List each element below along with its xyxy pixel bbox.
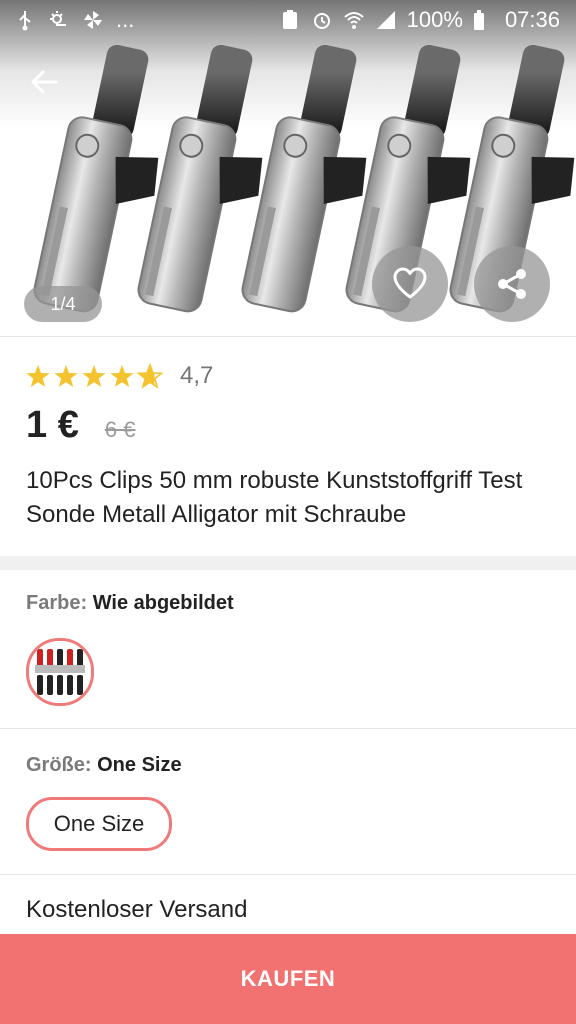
current-price: 1 € (26, 404, 79, 446)
rating-row: 4,7 (26, 362, 213, 390)
star-icon (82, 365, 106, 387)
more-notifications: ... (116, 7, 135, 32)
color-option-label: Farbe: Wie abgebildet (26, 592, 234, 615)
weather-icon (48, 9, 70, 31)
shipping-info: Kostenloser Versand (26, 896, 248, 923)
star-icon (26, 365, 50, 387)
battery-icon (473, 9, 495, 31)
heart-icon (393, 267, 427, 299)
product-image-gallery[interactable]: ... 100% 07:36 1/4 (0, 0, 576, 336)
battery-percent: 100% (406, 7, 463, 32)
size-value: One Size (97, 754, 182, 776)
size-chip-one-size[interactable]: One Size (26, 797, 172, 851)
back-button[interactable] (26, 62, 66, 102)
alarm-icon (311, 9, 333, 31)
section-separator (0, 556, 576, 570)
image-counter: 1/4 (24, 286, 102, 322)
rating-value: 4,7 (180, 362, 214, 389)
share-button[interactable] (474, 246, 550, 322)
clock: 07:36 (504, 7, 560, 32)
color-value: Wie abgebildet (92, 592, 234, 614)
divider (0, 728, 576, 729)
battery-saver-icon (279, 9, 301, 31)
price-row: 1 € 6 € (26, 404, 135, 447)
back-arrow-icon (31, 70, 58, 94)
size-option-label: Größe: One Size (26, 754, 182, 777)
star-icon (54, 365, 78, 387)
star-icon (110, 365, 134, 387)
half-star-icon (137, 364, 163, 388)
pinwheel-icon (82, 9, 104, 31)
rating-stars (26, 364, 163, 388)
share-icon (498, 269, 526, 299)
divider (0, 336, 576, 337)
color-label: Farbe: (26, 592, 88, 614)
signal-icon (375, 9, 397, 31)
status-bar: ... 100% 07:36 (0, 0, 576, 40)
size-label: Größe: (26, 754, 92, 776)
divider (0, 874, 576, 875)
color-swatch[interactable] (26, 638, 94, 706)
usb-icon (14, 9, 36, 31)
favorite-button[interactable] (372, 246, 448, 322)
color-swatch-image (29, 641, 91, 703)
buy-button[interactable]: KAUFEN (0, 934, 576, 1024)
original-price: 6 € (104, 417, 136, 442)
product-title: 10Pcs Clips 50 mm robuste Kunststoffgrif… (26, 467, 523, 528)
wifi-icon (343, 9, 365, 31)
